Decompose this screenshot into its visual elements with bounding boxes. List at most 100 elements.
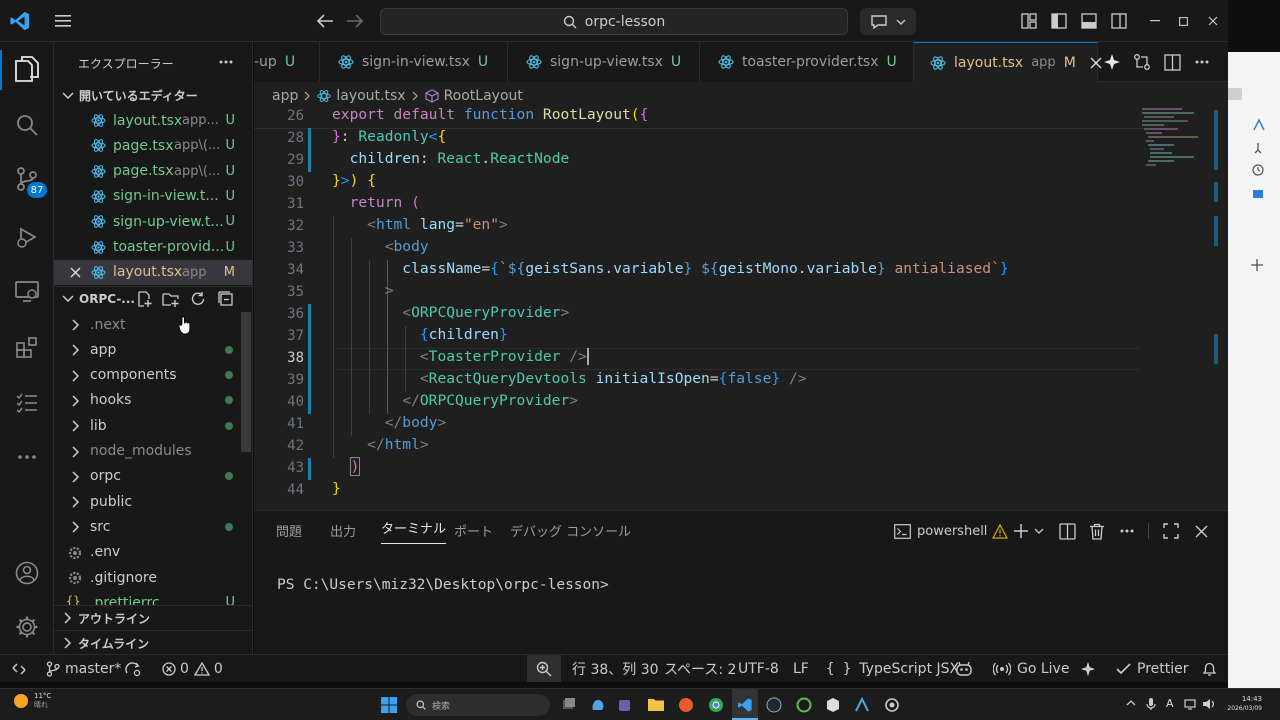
- chrome-icon[interactable]: [708, 697, 724, 713]
- tray-chevron-up-icon[interactable]: [1126, 700, 1136, 706]
- outline-header[interactable]: アウトライン: [54, 605, 252, 630]
- weather-widget[interactable]: 11°C 晴れ: [12, 692, 51, 710]
- breadcrumb-folder[interactable]: app: [272, 88, 298, 104]
- panel-more-icon[interactable]: [1116, 520, 1138, 542]
- tree-item[interactable]: .env: [54, 540, 252, 565]
- notifications-bell-icon[interactable]: [1202, 655, 1217, 682]
- end-of-line[interactable]: LF: [793, 655, 809, 682]
- problems-indicator[interactable]: 0 0: [162, 655, 223, 682]
- indentation[interactable]: スペース: 2: [664, 655, 736, 682]
- close-icon[interactable]: [70, 267, 81, 278]
- open-editor-item[interactable]: sign-up-view.t... U: [54, 209, 252, 234]
- copilot-sparkle-icon[interactable]: [1080, 655, 1096, 682]
- ime-indicator-icon[interactable]: A: [1166, 697, 1174, 710]
- tree-item[interactable]: .next: [54, 312, 252, 337]
- chevron-down-icon[interactable]: [1032, 520, 1046, 542]
- taskview-icon[interactable]: [562, 697, 576, 711]
- open-editor-item[interactable]: page.tsx app\(... U: [54, 133, 252, 158]
- zoom-button[interactable]: [527, 655, 561, 682]
- tree-item[interactable]: src: [54, 514, 252, 539]
- open-editor-item[interactable]: layout.tsx app M: [54, 259, 252, 285]
- open-editors-header[interactable]: 開いているエディター: [54, 83, 252, 108]
- teams-icon[interactable]: [618, 697, 634, 713]
- collapse-all-icon[interactable]: [218, 291, 234, 307]
- tree-item[interactable]: components: [54, 363, 252, 388]
- new-terminal-icon[interactable]: [1010, 520, 1032, 542]
- manage-gear-icon[interactable]: [12, 612, 42, 642]
- refresh-icon[interactable]: [190, 291, 206, 307]
- tab-sign-up-partial[interactable]: -up U: [254, 42, 320, 82]
- run-debug-icon[interactable]: [12, 222, 42, 252]
- panel-tab-output[interactable]: 出力: [330, 511, 356, 549]
- cursor-position[interactable]: 行 38、列 30: [572, 655, 659, 682]
- sync-icon[interactable]: [124, 655, 142, 682]
- taskbar-search[interactable]: 検索: [406, 694, 550, 716]
- tab-layout-active[interactable]: layout.tsx app M: [914, 42, 1102, 82]
- timeline-header[interactable]: タイムライン: [54, 630, 252, 654]
- panel-tab-terminal[interactable]: ターミナル: [381, 511, 447, 544]
- search-view-icon[interactable]: [12, 110, 42, 140]
- toggle-panel-icon[interactable]: [1078, 10, 1100, 32]
- new-file-icon[interactable]: [136, 291, 153, 308]
- terminal-prompt[interactable]: PS C:\Users\miz32\Desktop\orpc-lesson>: [277, 577, 609, 593]
- minimize-icon[interactable]: [1144, 10, 1166, 32]
- more-actions-icon[interactable]: [216, 52, 236, 72]
- copilot-status-icon[interactable]: [955, 655, 973, 682]
- git-branch[interactable]: master*: [46, 655, 121, 682]
- explorer-icon[interactable]: [12, 54, 42, 84]
- extensions-icon[interactable]: [12, 332, 42, 362]
- xbox-icon[interactable]: [796, 697, 812, 713]
- app-gear-icon[interactable]: [884, 697, 900, 713]
- go-live-button[interactable]: Go Live: [993, 655, 1069, 682]
- start-windows-icon[interactable]: [381, 697, 397, 713]
- tree-item[interactable]: lib: [54, 413, 252, 438]
- steam-icon[interactable]: [766, 697, 782, 713]
- editor-vertical-scrollbar[interactable]: [1212, 106, 1226, 510]
- vscode-taskbar-icon[interactable]: [732, 689, 758, 720]
- code-area[interactable]: 26 28 29 30 31 32 33 34 35 36 37 38 39 40 41 42 43 44 exp…: [254, 106, 1144, 510]
- prettier-status[interactable]: Prettier: [1116, 655, 1189, 682]
- tree-item[interactable]: app: [54, 337, 252, 362]
- copilot-sparkle-icon[interactable]: [1102, 52, 1122, 72]
- split-terminal-icon[interactable]: [1056, 520, 1078, 542]
- close-tab-icon[interactable]: [1090, 57, 1102, 69]
- remote-explorer-icon[interactable]: [12, 276, 42, 306]
- volume-icon[interactable]: [1202, 698, 1216, 710]
- network-icon[interactable]: [1184, 698, 1196, 710]
- close-panel-icon[interactable]: [1190, 520, 1212, 542]
- firefox-icon[interactable]: [678, 697, 694, 713]
- editor-more-icon[interactable]: [1192, 52, 1212, 72]
- remote-indicator[interactable]: [0, 655, 38, 682]
- app-a-icon[interactable]: [854, 697, 870, 713]
- copilot-app-icon[interactable]: [590, 697, 606, 713]
- project-header[interactable]: ORPC-...: [54, 286, 252, 311]
- tree-item[interactable]: orpc: [54, 464, 252, 489]
- testing-icon[interactable]: [12, 388, 42, 418]
- terminal-selector[interactable]: powershell: [894, 521, 1009, 541]
- compare-changes-icon[interactable]: [1132, 52, 1152, 72]
- panel-tab-debug-console[interactable]: デバッグ コンソール: [510, 511, 631, 549]
- back-arrow-icon[interactable]: [314, 10, 336, 32]
- new-folder-icon[interactable]: [162, 291, 180, 308]
- toggle-primary-sidebar-icon[interactable]: [1048, 10, 1070, 32]
- tree-item[interactable]: .gitignore: [54, 565, 252, 590]
- panel-tab-ports[interactable]: ポート: [454, 511, 493, 549]
- maximize-panel-icon[interactable]: [1160, 520, 1182, 542]
- close-window-icon[interactable]: [1202, 10, 1224, 32]
- maximize-icon[interactable]: [1172, 10, 1194, 32]
- breadcrumb-symbol[interactable]: RootLayout: [444, 88, 523, 104]
- cube-app-icon[interactable]: [826, 697, 840, 713]
- encoding[interactable]: UTF-8: [738, 655, 779, 682]
- toggle-secondary-sidebar-icon[interactable]: [1108, 10, 1130, 32]
- forward-arrow-icon[interactable]: [344, 10, 366, 32]
- more-views-icon[interactable]: [12, 442, 42, 472]
- file-explorer-icon[interactable]: [648, 697, 664, 711]
- trash-icon[interactable]: [1086, 520, 1108, 542]
- panel-tab-problems[interactable]: 問題: [276, 511, 302, 549]
- tree-item[interactable]: public: [54, 489, 252, 514]
- menu-icon[interactable]: [52, 10, 74, 32]
- accounts-icon[interactable]: [12, 558, 42, 588]
- language-mode[interactable]: { } TypeScript JSX: [826, 655, 959, 682]
- open-editor-item[interactable]: sign-in-view.t... U: [54, 184, 252, 209]
- customize-layout-icon[interactable]: [1018, 10, 1040, 32]
